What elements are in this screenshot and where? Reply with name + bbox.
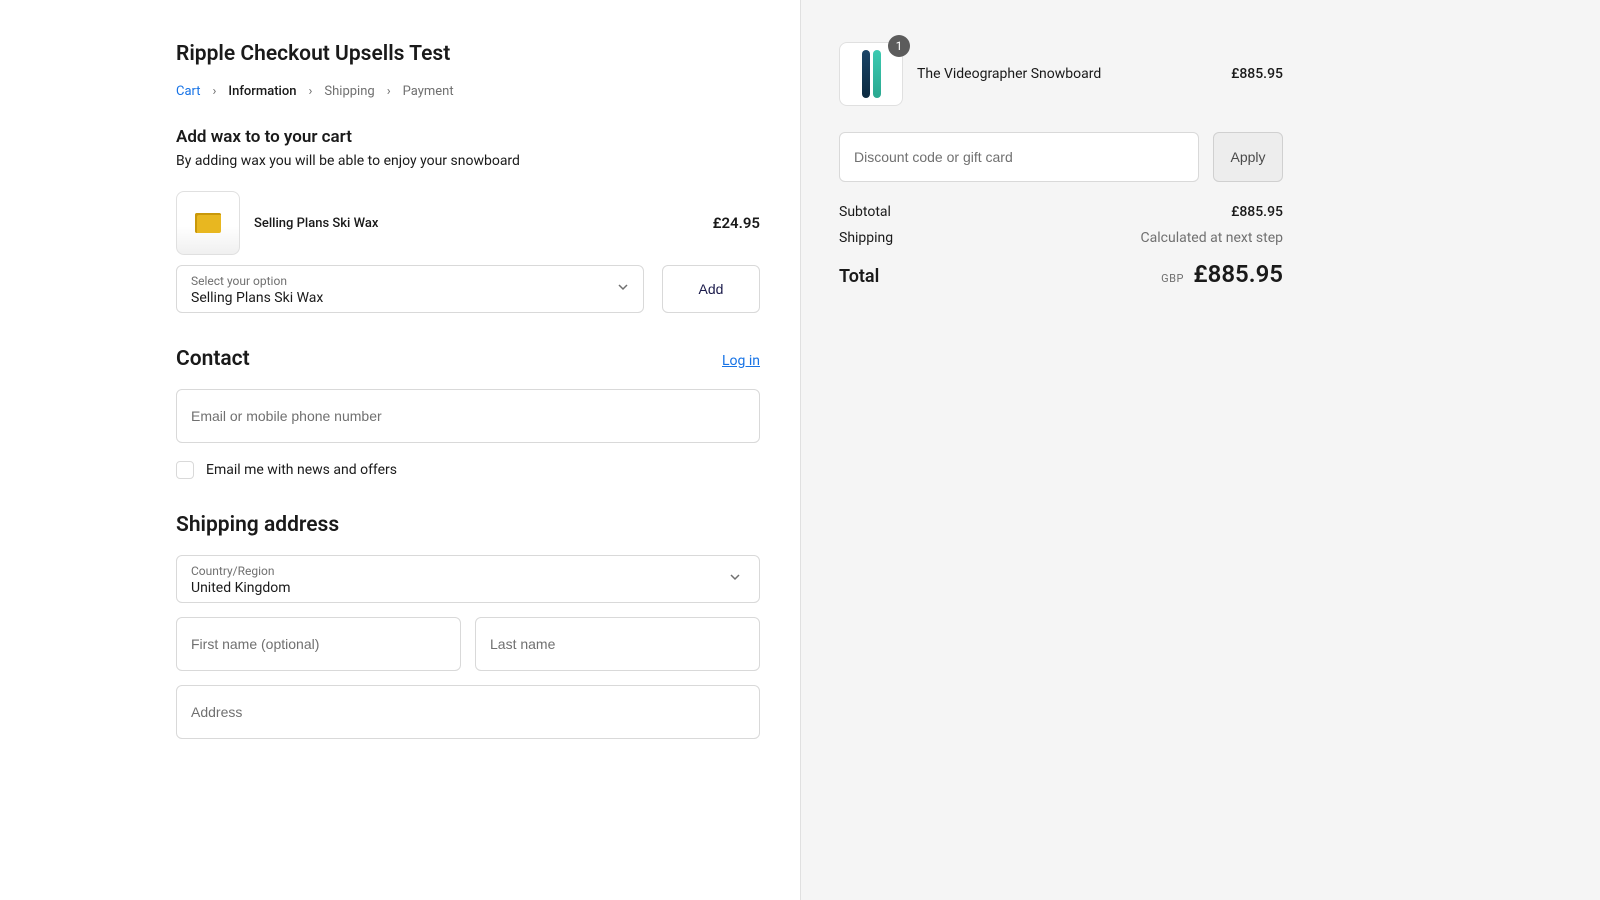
country-value: United Kingdom [191,580,291,596]
country-label: Country/Region [191,564,745,578]
country-select[interactable]: Country/Region United Kingdom [176,555,760,603]
store-title: Ripple Checkout Upsells Test [176,42,760,66]
cart-item-name: The Videographer Snowboard [917,66,1217,82]
address-field[interactable] [176,685,760,739]
upsell-product-image [176,191,240,255]
chevron-down-icon [617,281,629,297]
contact-heading: Contact [176,347,250,371]
chevron-right-icon: › [387,84,391,99]
upsell-heading: Add wax to to your cart [176,127,760,147]
newsletter-label: Email me with news and offers [206,462,397,478]
breadcrumb-information: Information [228,84,296,99]
discount-code-field[interactable] [839,132,1199,182]
upsell-subtitle: By adding wax you will be able to enjoy … [176,153,760,169]
subtotal-value: £885.95 [1231,204,1283,220]
snowboard-icon [873,50,881,98]
chevron-down-icon [729,571,741,587]
subtotal-label: Subtotal [839,204,891,220]
total-value: £885.95 [1193,260,1283,288]
newsletter-checkbox[interactable] [176,461,194,479]
login-link[interactable]: Log in [722,353,760,369]
first-name-field[interactable] [176,617,461,671]
upsell-product-name: Selling Plans Ski Wax [254,216,699,231]
subtotal-row: Subtotal £885.95 [839,204,1283,220]
select-value: Selling Plans Ski Wax [191,290,323,306]
breadcrumb-shipping: Shipping [324,84,374,99]
chevron-right-icon: › [309,84,313,99]
upsell-product-price: £24.95 [713,214,760,232]
chevron-right-icon: › [213,84,217,99]
total-row: Total GBP £885.95 [839,260,1283,288]
shipping-cost-label: Shipping [839,230,893,246]
upsell-variant-select[interactable]: Select your option Selling Plans Ski Wax [176,265,644,313]
email-field[interactable] [176,389,760,443]
shipping-cost-value: Calculated at next step [1141,230,1283,246]
breadcrumb-payment: Payment [403,84,454,99]
cart-line-item: 1 The Videographer Snowboard £885.95 [839,42,1283,106]
upsell-product-row: Selling Plans Ski Wax £24.95 [176,191,760,255]
shipping-cost-row: Shipping Calculated at next step [839,230,1283,246]
apply-button[interactable]: Apply [1213,132,1283,182]
currency-code: GBP [1161,272,1184,285]
wax-icon [195,213,221,233]
last-name-field[interactable] [475,617,760,671]
add-button[interactable]: Add [662,265,760,313]
breadcrumb-cart[interactable]: Cart [176,84,201,99]
shipping-heading: Shipping address [176,513,760,537]
quantity-badge: 1 [888,35,910,57]
cart-item-price: £885.95 [1231,66,1283,82]
cart-item-image: 1 [839,42,903,106]
total-label: Total [839,266,879,287]
breadcrumb: Cart › Information › Shipping › Payment [176,84,760,99]
select-label: Select your option [191,274,629,288]
snowboard-icon [862,50,870,98]
